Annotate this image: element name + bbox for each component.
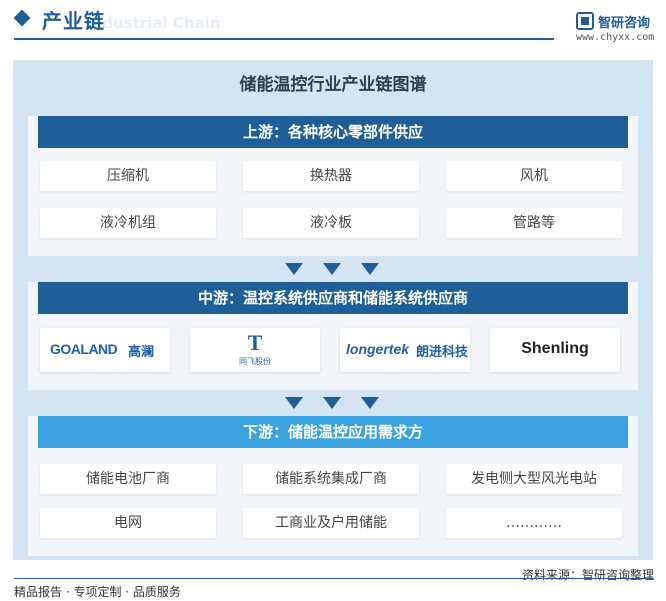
brand-url: www.chyxx.com (576, 32, 655, 43)
page-header: Industrial Chain 产业链 (0, 0, 666, 44)
goaland-logo: GOALAND 高澜 (40, 328, 170, 372)
upstream-item: 换热器 (243, 161, 419, 191)
down-arrow-icon (323, 263, 341, 275)
upstream-item: 压缩机 (40, 161, 216, 191)
brand-logo[interactable]: 智研咨询 www.chyxx.com (576, 10, 662, 46)
tongfei-logo-mark: T (247, 330, 263, 355)
tongfei-logo: T 同飞股份 (190, 328, 320, 372)
source-note: 资料来源：智研咨询整理 (521, 568, 654, 582)
upstream-item: 液冷板 (243, 208, 419, 238)
diagram-title: 储能温控行业产业链图谱 (239, 75, 427, 95)
goaland-logo-text: GOALAND (50, 341, 118, 357)
footer-slogan: 精品报告 · 专项定制 · 品质服务 (14, 585, 181, 599)
downstream-section: 下游：储能温控应用需求方 储能电池厂商 储能系统集成厂商 发电侧大型风光电站 电… (28, 416, 638, 556)
brand-name: 智研咨询 (598, 16, 651, 31)
shenling-logo-text: Shenling (521, 340, 589, 357)
downstream-item: 储能系统集成厂商 (243, 464, 419, 494)
midstream-header: 中游：温控系统供应商和储能系统供应商 (38, 282, 628, 314)
downstream-header: 下游：储能温控应用需求方 (38, 416, 628, 448)
header-divider (14, 38, 554, 40)
upstream-section: 上游：各种核心零部件供应 压缩机 换热器 风机 液冷机组 液冷板 管路等 (28, 116, 638, 256)
downstream-item: 储能电池厂商 (40, 464, 216, 494)
downstream-item: 电网 (40, 508, 216, 538)
upstream-header: 上游：各种核心零部件供应 (38, 116, 628, 148)
downstream-item: 工商业及户用储能 (243, 508, 419, 538)
upstream-item: 液冷机组 (40, 208, 216, 238)
page-title: 产业链 (42, 9, 105, 33)
downstream-item: 发电侧大型风光电站 (446, 464, 622, 494)
longertek-logo-text: longertek (346, 341, 410, 357)
upstream-item: 管路等 (446, 208, 622, 238)
down-arrow-icon (285, 263, 303, 275)
header-subtitle-en: Industrial Chain (86, 14, 221, 32)
down-arrow-icon (361, 397, 379, 409)
down-arrow-icon (285, 397, 303, 409)
longertek-logo: longertek 朗进科技 (340, 328, 470, 372)
upstream-item: 风机 (446, 161, 622, 191)
brand-icon (576, 12, 594, 30)
diamond-icon (13, 9, 31, 27)
down-arrow-icon (361, 263, 379, 275)
midstream-section: 中游：温控系统供应商和储能系统供应商 GOALAND 高澜 T 同飞股份 lon… (28, 282, 638, 390)
footer-divider (14, 578, 654, 579)
tongfei-logo-cn: 同飞股份 (239, 357, 271, 366)
down-arrow-icon (323, 397, 341, 409)
shenling-logo: Shenling (490, 328, 620, 372)
downstream-item: ………… (446, 508, 622, 538)
goaland-logo-cn: 高澜 (128, 345, 155, 360)
longertek-logo-cn: 朗进科技 (416, 345, 469, 360)
